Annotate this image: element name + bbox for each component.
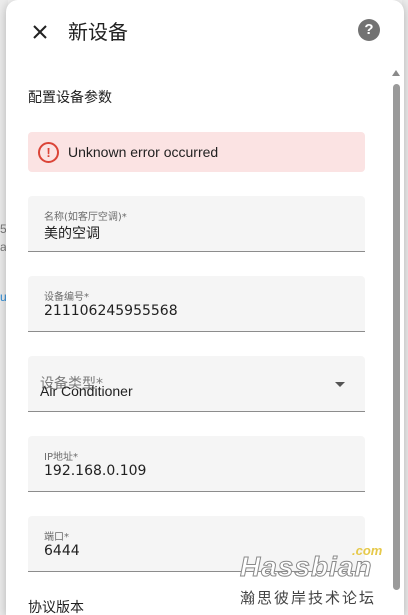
port-field[interactable]: 端口* 6444 bbox=[28, 516, 365, 572]
device-type-select[interactable]: 设备类型* Air Conditioner bbox=[28, 356, 365, 412]
dialog-subtitle: 配置设备参数 bbox=[28, 90, 112, 106]
watermark-subtitle: 瀚思彼岸技术论坛 bbox=[240, 589, 377, 607]
ip-address-field[interactable]: IP地址* 192.168.0.109 bbox=[28, 436, 365, 492]
name-field-label: 名称(如客厅空调)* bbox=[44, 212, 127, 223]
device-id-field[interactable]: 设备编号* 211106245955568 bbox=[28, 276, 365, 332]
error-alert: ! Unknown error occurred bbox=[28, 132, 365, 172]
scrollbar-thumb[interactable] bbox=[393, 84, 400, 590]
new-device-dialog: 新设备 ? 配置设备参数 ! Unknown error occurred 名称… bbox=[6, 0, 404, 615]
name-field-value: 美的空调 bbox=[44, 226, 100, 242]
dialog-title: 新设备 bbox=[68, 20, 128, 44]
help-icon[interactable]: ? bbox=[358, 19, 380, 41]
ip-address-field-label: IP地址* bbox=[44, 452, 78, 463]
dialog-header: 新设备 ? bbox=[6, 0, 404, 60]
dropdown-arrow-icon bbox=[335, 382, 345, 387]
port-field-value: 6444 bbox=[44, 543, 80, 559]
close-icon bbox=[33, 25, 47, 39]
ip-address-field-value: 192.168.0.109 bbox=[44, 463, 147, 479]
device-id-field-value: 211106245955568 bbox=[44, 303, 178, 319]
error-message: Unknown error occurred bbox=[68, 144, 219, 160]
close-button[interactable] bbox=[26, 18, 54, 46]
port-field-label: 端口* bbox=[44, 532, 69, 543]
protocol-version-label: 协议版本 bbox=[28, 600, 84, 615]
error-icon: ! bbox=[38, 141, 59, 163]
name-field[interactable]: 名称(如客厅空调)* 美的空调 bbox=[28, 196, 365, 252]
scrollbar-up-arrow[interactable] bbox=[392, 70, 400, 76]
device-type-select-value: Air Conditioner bbox=[40, 383, 133, 399]
device-id-field-label: 设备编号* bbox=[44, 292, 89, 303]
